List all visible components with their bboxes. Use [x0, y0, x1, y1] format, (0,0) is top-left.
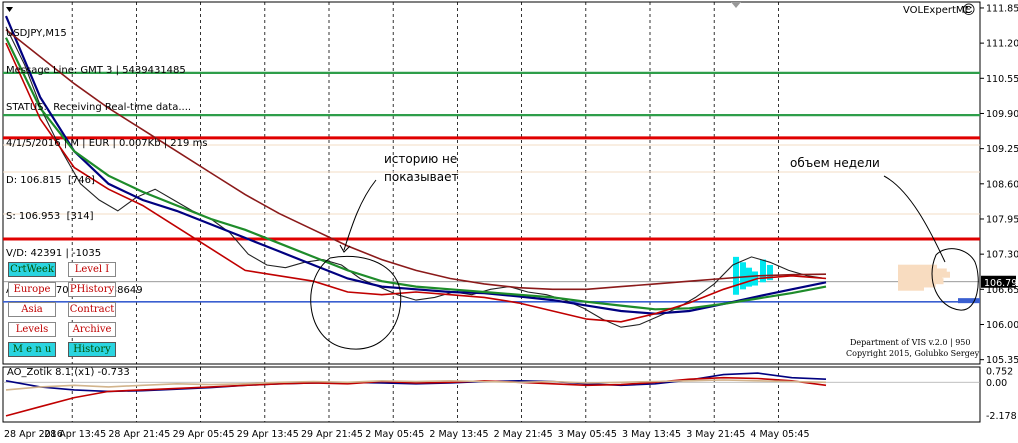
- volume-profile-blue: [958, 298, 980, 304]
- supply-line: S: 106.953 [314]: [6, 211, 94, 223]
- x-tick-label: 28 Apr 13:45: [44, 429, 106, 440]
- archive-button[interactable]: Archive: [68, 322, 116, 337]
- current-price-label: 106.79: [984, 278, 1017, 289]
- bull-volume-bar: [740, 262, 746, 290]
- oscillator-title: AO_Zotik 8.1 (x1) -0.733: [7, 367, 130, 378]
- y-tick-label: 111.20: [986, 39, 1018, 50]
- x-tick-label: 28 Apr 21:45: [108, 429, 170, 440]
- x-tick-label: 4 May 05:45: [750, 429, 809, 440]
- x-tick-label: 29 Apr 13:45: [237, 429, 299, 440]
- scroll-marker-icon: [731, 2, 741, 8]
- x-tick-label: 3 May 21:45: [686, 429, 745, 440]
- level-i-button[interactable]: Level I: [68, 262, 116, 277]
- crtweek-button[interactable]: CrtWeek: [8, 262, 56, 277]
- footer-department: Department of VIS v.2.0 | 950: [850, 338, 971, 347]
- y-tick-label: 106.00: [986, 320, 1018, 331]
- message-line: Message Line: GMT 3 | 5439431485: [6, 65, 186, 76]
- oscillator-tick-label: 0.752: [986, 366, 1013, 377]
- x-tick-label: 3 May 13:45: [622, 429, 681, 440]
- annotation-history-2: показывает: [384, 170, 459, 184]
- phistory-button[interactable]: PHistory: [68, 282, 116, 297]
- status-line: STATUS: Receiving Real-time data....: [6, 101, 192, 113]
- y-tick-label: 108.60: [986, 179, 1018, 190]
- expert-label: VOLExpertME: [903, 5, 971, 16]
- annotation-week-volume: объем недели: [790, 156, 880, 170]
- demand-line: D: 106.815 [746]: [6, 174, 95, 186]
- oscillator-tick-label: 0.00: [986, 378, 1007, 389]
- hand-drawn-arrow-right: [883, 175, 946, 263]
- x-tick-label: 29 Apr 21:45: [301, 429, 363, 440]
- vd-line: V/D: 42391 | -1035: [6, 247, 102, 259]
- oscillator-series-line: [5, 379, 827, 391]
- history-button[interactable]: History: [68, 342, 116, 357]
- footer-copyright: Copyright 2015, Golubko Sergey: [846, 349, 980, 358]
- y-tick-label: 105.35: [986, 355, 1018, 366]
- menu-button[interactable]: M e n u: [8, 342, 56, 357]
- annotation-history-1: историю не: [384, 152, 458, 166]
- x-tick-label: 29 Apr 05:45: [173, 429, 235, 440]
- volume-profile-bar: [898, 284, 924, 291]
- europe-button[interactable]: Europe: [8, 282, 56, 297]
- oscillator-tick-label: -2.178: [986, 411, 1017, 422]
- contract-button[interactable]: Contract: [68, 302, 116, 317]
- asia-button[interactable]: Asia: [8, 302, 56, 317]
- y-tick-label: 109.25: [986, 144, 1018, 155]
- x-tick-label: 2 May 05:45: [365, 429, 424, 440]
- y-tick-label: 109.90: [986, 109, 1018, 120]
- x-tick-label: 2 May 13:45: [429, 429, 488, 440]
- oscillator-series-line: [5, 376, 827, 417]
- y-tick-label: 107.95: [986, 214, 1018, 225]
- y-tick-label: 107.30: [986, 250, 1018, 261]
- x-tick-label: 3 May 05:45: [558, 429, 617, 440]
- smiley-icon: ☺: [962, 3, 976, 18]
- y-tick-label: 110.55: [986, 74, 1018, 85]
- session-line: 4/1/5/2016 | M | EUR | 0.007Kb | 219 ms: [6, 138, 208, 150]
- y-tick-label: 111.85: [986, 3, 1018, 14]
- oscillator-frame: [2, 366, 981, 423]
- chart-title: USDJPY,M15: [6, 28, 67, 40]
- chart-window[interactable]: 111.85 111.20 110.55 109.90 109.25 108.60 107.…: [0, 0, 1018, 443]
- x-tick-label: 2 May 21:45: [494, 429, 553, 440]
- levels-button[interactable]: Levels: [8, 322, 56, 337]
